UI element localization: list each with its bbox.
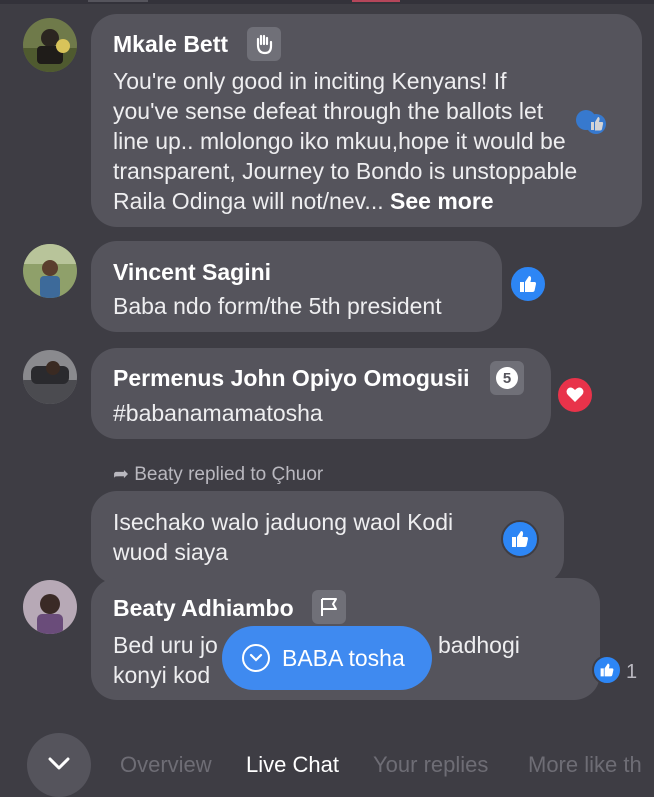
comment-text-line: Baba ndo form/the 5th president — [113, 293, 442, 319]
chevron-down-icon — [48, 757, 70, 770]
comment-author[interactable]: Beaty Adhiambo — [113, 595, 294, 622]
new-comment-pill[interactable]: BABA tosha — [222, 626, 432, 690]
comment-author[interactable]: Mkale Bett — [113, 31, 228, 58]
flag-icon — [312, 590, 346, 624]
top-fan-badge: 5 — [490, 361, 524, 395]
love-icon[interactable] — [556, 376, 594, 414]
top-edge — [0, 0, 654, 4]
comment-text-line: you've sense defeat through the ballots … — [113, 98, 544, 124]
like-icon — [574, 108, 608, 136]
like-icon[interactable] — [592, 655, 622, 685]
top-edge-mark — [352, 0, 400, 2]
comment-text-line: konyi kod — [113, 662, 211, 688]
comment-text-line: badhogi — [438, 632, 520, 658]
tab-your-replies[interactable]: Your replies — [373, 752, 488, 778]
reply-indicator: ➦ Beaty replied to Çhuor — [113, 463, 323, 486]
comment-text-line: Isechako walo jaduong waol Kodi — [113, 509, 454, 535]
comment-text-line: transparent, Journey to Bondo is unstopp… — [113, 158, 578, 184]
comment-text-line: Bed uru jo — [113, 632, 218, 658]
comment-text-line: #babanamamatosha — [113, 400, 323, 426]
reaction-count: 1 — [626, 661, 638, 683]
comment-text-line: Raila Odinga will not/nev... See more — [113, 186, 494, 216]
tab-more-like-this[interactable]: More like th — [528, 752, 642, 778]
see-more-link[interactable]: See more — [390, 188, 494, 214]
reply-indicator-text: Beaty replied to Çhuor — [134, 464, 324, 485]
comment-author[interactable]: Vincent Sagini — [113, 259, 271, 286]
comment-text-line: wuod siaya — [113, 539, 229, 565]
reply-arrow-icon: ➦ — [113, 464, 135, 485]
tab-live-chat[interactable]: Live Chat — [246, 752, 339, 778]
avatar[interactable] — [23, 350, 77, 404]
tab-overview[interactable]: Overview — [120, 752, 212, 778]
new-comment-label: BABA tosha — [282, 644, 405, 671]
chevron-down-icon — [242, 644, 270, 672]
wave-icon — [247, 27, 281, 61]
comment-text-line: line up.. mlolongo iko mkuu,hope it woul… — [113, 128, 566, 154]
comment-text-truncated: Raila Odinga will not/nev... — [113, 188, 390, 214]
like-icon[interactable] — [509, 265, 547, 303]
badge-count: 5 — [496, 367, 518, 389]
top-edge-mark — [88, 0, 148, 2]
comment-text-line: You're only good in inciting Kenyans! If — [113, 68, 507, 94]
avatar[interactable] — [23, 580, 77, 634]
collapse-button[interactable] — [27, 733, 91, 797]
avatar[interactable] — [23, 244, 77, 298]
comment-author[interactable]: Permenus John Opiyo Omogusii — [113, 365, 470, 392]
avatar[interactable] — [23, 18, 77, 72]
like-icon[interactable] — [501, 520, 539, 558]
